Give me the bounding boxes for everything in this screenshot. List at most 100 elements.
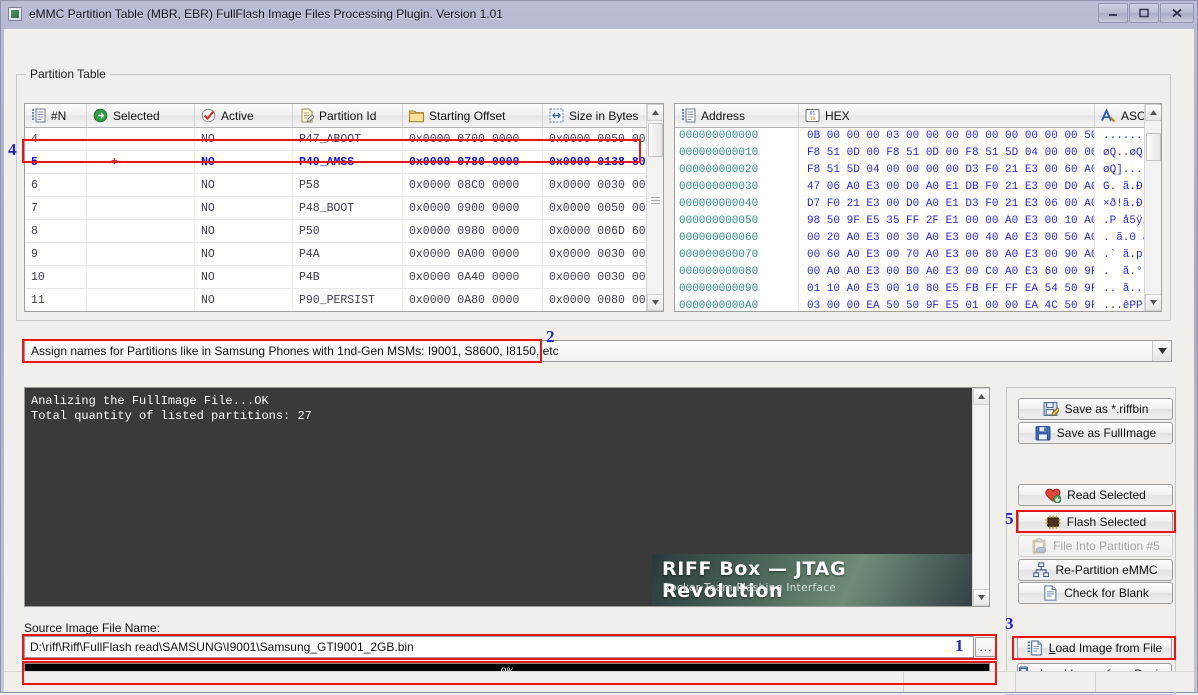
row-number: 4 (25, 127, 87, 151)
scroll-track[interactable] (646, 121, 663, 294)
re-partition-emmc-button[interactable]: Re-Partition eMMC (1018, 559, 1173, 581)
folder-icon (409, 108, 424, 123)
button-label: Save as *.riffbin (1064, 402, 1149, 416)
hex-address-cell: 0000000000A0 (675, 298, 799, 311)
maximize-button[interactable] (1129, 3, 1159, 23)
hex-address-cell: 000000000010 (675, 145, 799, 162)
hex-scroll-up-button[interactable] (1144, 104, 1161, 121)
row-partition-id: P58 (293, 173, 403, 197)
font-a-icon (1101, 108, 1116, 123)
hex-address-cell: 000000000060 (675, 230, 799, 247)
log-output-panel[interactable]: Analizing the FullImage File...OK Total … (24, 387, 990, 607)
hex-column-header-hex[interactable]: 01 10 HEX (799, 104, 1095, 127)
hex-address-cell: 000000000020 (675, 162, 799, 179)
table-row[interactable]: 8 NOP500x0000 0980 0000 0x0000 006D 6000 (25, 219, 663, 243)
hex-bytes-cell: 98 50 9F E5 35 FF 2F E1 00 00 A0 E3 00 1… (799, 213, 1095, 230)
edit-note-icon (299, 108, 315, 123)
row-starting-offset: 0x0000 0B00 0000 (403, 312, 543, 313)
status-panel-3 (1096, 672, 1194, 692)
row-selected (87, 288, 195, 311)
minimize-button[interactable] (1098, 3, 1128, 23)
scroll-down-button[interactable] (646, 294, 663, 311)
row-active: NO (195, 196, 293, 220)
partition-naming-combo[interactable]: Assign names for Partitions like in Sams… (24, 340, 1172, 362)
partition-table-scrollbar[interactable] (646, 104, 663, 311)
table-row[interactable]: 5 + NO P49_AMSS 0x0000 0780 0000 0x0000 0138 … (25, 150, 663, 174)
row-number: 6 (25, 173, 87, 197)
watermark-title: RIFF Box — JTAG Revolution (662, 558, 847, 602)
hex-scroll-thumb[interactable] (1145, 133, 1161, 161)
hex-viewer-scrollbar[interactable] (1144, 104, 1161, 311)
column-header-label: Selected (113, 108, 160, 123)
ellipsis-icon: ... (979, 640, 993, 654)
table-row[interactable]: 10 NOP4B0x0000 0A40 0000 0x0000 0030 0000 (25, 265, 663, 289)
column-header--n[interactable]: #N (25, 104, 87, 127)
hex-row[interactable]: 000000000000 0B 00 00 00 03 00 00 00 00 0… (675, 128, 1161, 145)
save-as-riffbin-button[interactable]: Save as *.riffbin (1018, 398, 1173, 420)
table-row[interactable]: 4 NO P47_ABOOT 0x0000 0700 0000 0x0000 0050 … (25, 127, 663, 151)
hex-viewer-grid[interactable]: Address 01 10 HEX ASCII 000000000000 0B 00 00… (674, 103, 1162, 312)
load-image-from-file-button[interactable]: Load Image from File (1017, 637, 1172, 659)
row-number: 11 (25, 288, 87, 311)
read-selected-button[interactable]: Read Selected (1018, 484, 1173, 506)
browse-file-button[interactable]: ... (975, 637, 997, 657)
column-header-active[interactable]: Active (195, 104, 293, 127)
table-row[interactable]: 6 NOP580x0000 08C0 0000 0x0000 0030 0000 (25, 173, 663, 197)
row-partition-id: P47_ABOOT (293, 127, 403, 151)
close-button[interactable] (1160, 3, 1194, 23)
hex-row[interactable]: 000000000060 00 20 A0 E3 00 30 A0 E3 00 4… (675, 230, 1161, 247)
app-icon (8, 7, 22, 21)
hex-row[interactable]: 000000000070 00 60 A0 E3 00 70 A0 E3 00 8… (675, 247, 1161, 264)
table-row[interactable]: 11 NO P90_PERSIST 0x0000 0A80 0000 0x0000 00… (25, 288, 663, 311)
clipboard-icon (1031, 538, 1047, 554)
table-row[interactable]: 9 NOP4A0x0000 0A00 0000 0x0000 0030 0000 (25, 242, 663, 266)
column-header-partition-id[interactable]: Partition Id (293, 104, 403, 127)
source-file-path-input[interactable]: D:\riff\Riff\FullFlash read\SAMSUNG\I900… (24, 636, 974, 658)
hex-column-header-address[interactable]: Address (675, 104, 799, 127)
log-scroll-down-button[interactable] (972, 589, 989, 606)
row-active: NO (195, 312, 293, 313)
save-as-fullimage-button[interactable]: Save as FullImage (1018, 422, 1173, 444)
column-header-selected[interactable]: Selected (87, 104, 195, 127)
column-header-size-in-bytes[interactable]: Size in Bytes (543, 104, 648, 127)
status-panel-main (4, 672, 904, 692)
hex-row[interactable]: 000000000050 98 50 9F E5 35 FF 2F E1 00 0… (675, 213, 1161, 230)
log-scroll-up-button[interactable] (972, 388, 989, 405)
row-size-bytes: 0x0000 006D 6000 (549, 224, 648, 238)
hex-row[interactable]: 000000000090 01 10 A0 E3 00 10 80 E5 FB F… (675, 281, 1161, 298)
window-title: eMMC Partition Table (MBR, EBR) FullFlas… (29, 7, 503, 21)
hex-row[interactable]: 000000000080 00 A0 A0 E3 00 B0 A0 E3 00 C… (675, 264, 1161, 281)
hex-bytes-cell: 47 06 A0 E3 00 D0 A0 E1 DB F0 21 E3 00 D… (799, 179, 1095, 196)
row-selected (87, 242, 195, 266)
chevron-down-icon[interactable] (1152, 341, 1171, 361)
table-row[interactable]: 7 NO P48_BOOT 0x0000 0900 0000 0x0000 0050 0… (25, 196, 663, 220)
flash-selected-button[interactable]: Flash Selected (1018, 511, 1173, 533)
partition-table-grid[interactable]: #N Selected Active Partition Id Starting Off… (24, 103, 664, 312)
row-partition-id: P4B (293, 265, 403, 289)
row-selected (87, 312, 195, 313)
application-window: eMMC Partition Table (MBR, EBR) FullFlas… (0, 0, 1198, 695)
hex-address-cell: 000000000070 (675, 247, 799, 264)
log-scroll-track[interactable] (972, 405, 989, 589)
partition-table-body[interactable]: 4 NO P47_ABOOT 0x0000 0700 0000 0x0000 0050 … (25, 127, 663, 313)
row-number: 10 (25, 265, 87, 289)
svg-text:01: 01 (810, 111, 816, 117)
scroll-up-button[interactable] (646, 104, 663, 121)
hex-scroll-track[interactable] (1144, 121, 1161, 294)
file-into-partition-5-button: File Into Partition #5 (1018, 535, 1173, 557)
hex-row[interactable]: 000000000040 D7 F0 21 E3 00 D0 A0 E1 D3 F… (675, 196, 1161, 213)
hex-row[interactable]: 000000000010 F8 51 0D 00 F8 51 0D 00 F8 5… (675, 145, 1161, 162)
hex-column-header-label: HEX (825, 108, 850, 123)
hex-row[interactable]: 000000000030 47 06 A0 E3 00 D0 A0 E1 DB F… (675, 179, 1161, 196)
column-header-starting-offset[interactable]: Starting Offset (403, 104, 543, 127)
button-label: Load Image from File (1048, 641, 1163, 655)
hex-scroll-down-button[interactable] (1144, 294, 1161, 311)
hex-bytes-cell: 03 00 00 EA 50 50 9F E5 01 00 00 EA 4C 5… (799, 298, 1095, 311)
hex-row[interactable]: 000000000020 F8 51 5D 04 00 00 00 00 D3 F… (675, 162, 1161, 179)
scroll-thumb[interactable] (647, 123, 663, 157)
log-scrollbar[interactable] (972, 388, 989, 606)
column-header-label: Size in Bytes (569, 108, 639, 123)
hex-row[interactable]: 0000000000A0 03 00 00 EA 50 50 9F E5 01 0… (675, 298, 1161, 311)
hex-viewer-body[interactable]: 000000000000 0B 00 00 00 03 00 00 00 00 0… (675, 128, 1161, 311)
check-for-blank-button[interactable]: Check for Blank (1018, 582, 1173, 604)
